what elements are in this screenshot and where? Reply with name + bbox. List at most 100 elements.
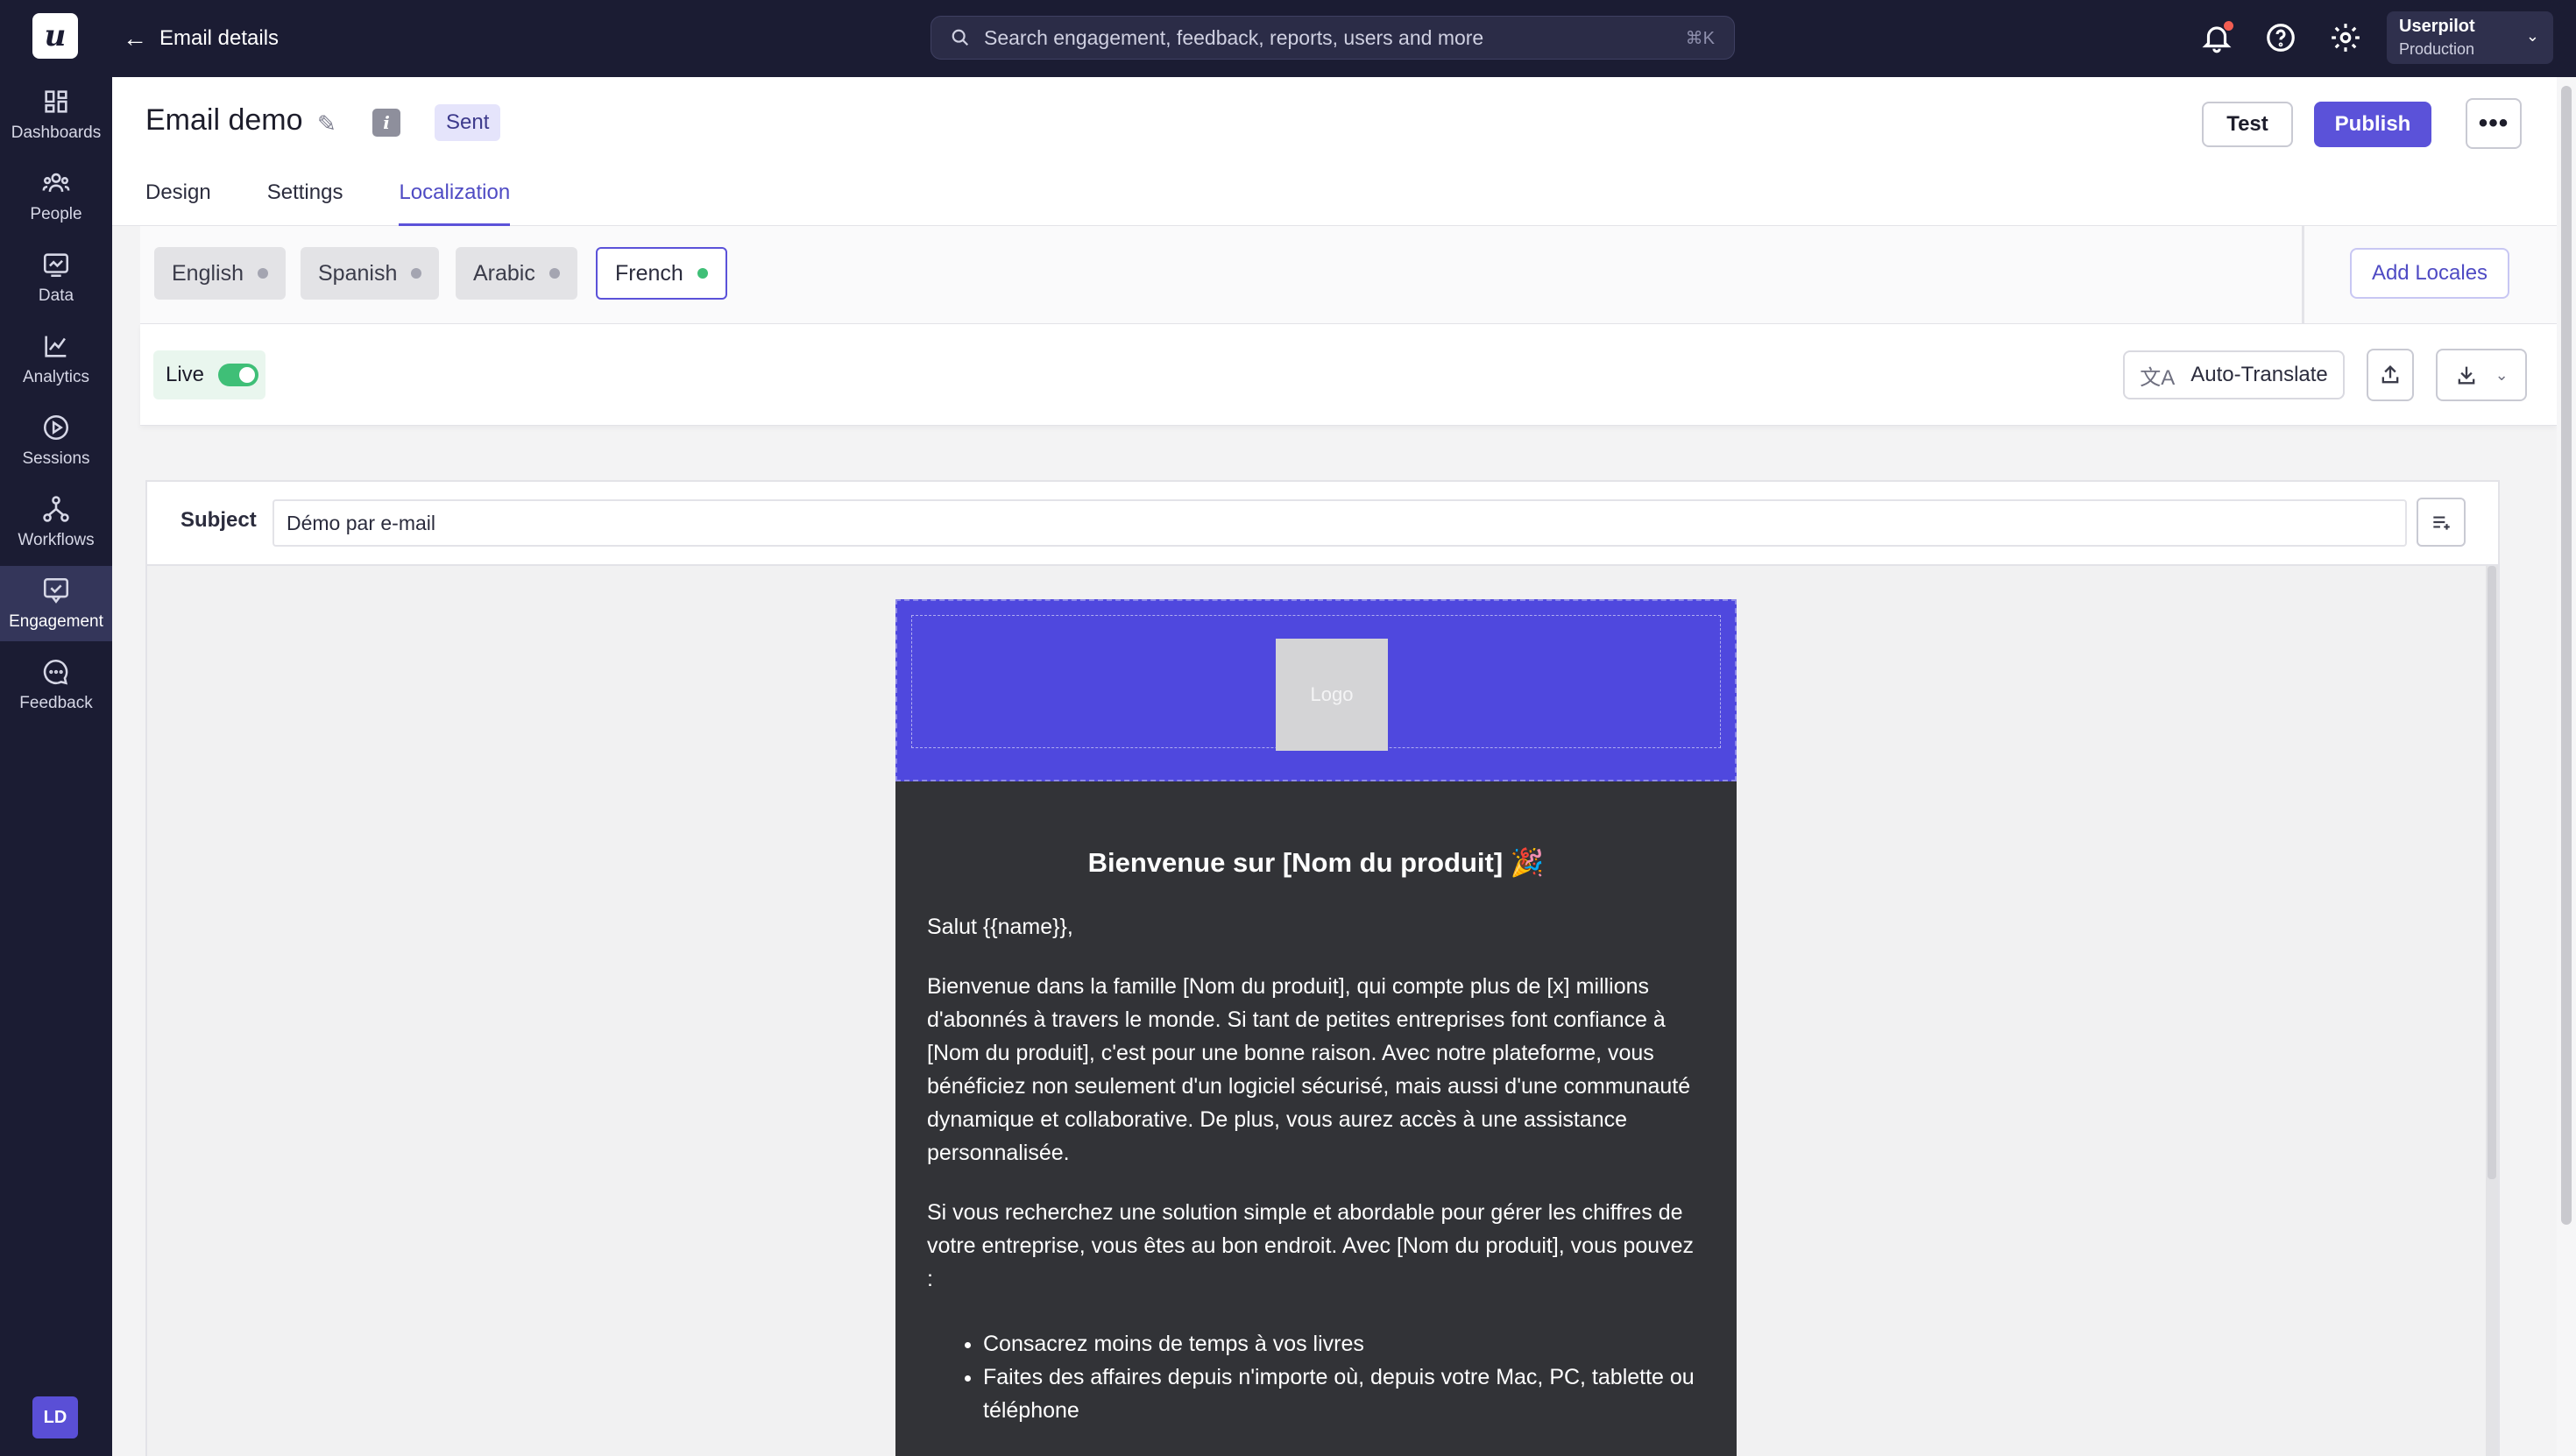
- email-greeting: Salut {{name}},: [927, 915, 1073, 939]
- locale-chip-french[interactable]: French: [596, 247, 727, 300]
- tab-bar: Design Settings Localization: [145, 175, 566, 226]
- back-label: Email details: [159, 26, 280, 50]
- more-icon: •••: [2478, 109, 2509, 138]
- email-editor: Subject Démo par e-mail Logo Bienvenue s…: [145, 480, 2500, 1456]
- email-body-block[interactable]: Bienvenue sur [Nom du produit] 🎉 Salut {…: [895, 781, 1737, 1456]
- chevron-down-icon: ⌄: [2495, 365, 2509, 384]
- avatar[interactable]: LD: [32, 1396, 78, 1438]
- locale-chip-arabic[interactable]: Arabic: [456, 247, 577, 300]
- divider: [2302, 226, 2304, 324]
- data-icon: [43, 253, 69, 278]
- live-label: Live: [166, 363, 205, 386]
- subject-input[interactable]: Démo par e-mail: [272, 499, 2407, 547]
- app-logo[interactable]: u: [32, 13, 78, 59]
- list-item: Consacrez moins de temps à vos livres: [983, 1327, 1705, 1361]
- workflows-icon: [43, 496, 69, 522]
- tab-design[interactable]: Design: [145, 175, 211, 226]
- feedback-icon: [43, 659, 68, 685]
- sidebar: u Dashboards People Data Analytics Sessi…: [0, 0, 112, 1456]
- account-name: Userpilot: [2399, 17, 2475, 36]
- locale-status-dot: [411, 268, 422, 279]
- translate-icon: 文A: [2140, 365, 2176, 390]
- insert-variable-button[interactable]: [2417, 498, 2466, 547]
- upload-button[interactable]: [2367, 349, 2414, 401]
- test-button[interactable]: Test: [2202, 102, 2293, 147]
- search-icon: [952, 29, 969, 46]
- sidebar-item-data[interactable]: Data: [0, 240, 112, 315]
- global-search-input[interactable]: Search engagement, feedback, reports, us…: [931, 16, 1735, 60]
- help-button[interactable]: [2264, 21, 2297, 54]
- live-toggle-group: Live: [153, 350, 265, 399]
- localization-toolbar: Live 文A Auto-Translate ⌄: [140, 324, 2557, 426]
- email-preview-canvas: Logo Bienvenue sur [Nom du produit] 🎉 Sa…: [147, 564, 2498, 1456]
- help-icon: [2267, 24, 2295, 52]
- sidebar-item-label: Analytics: [22, 368, 90, 386]
- publish-button[interactable]: Publish: [2314, 102, 2431, 147]
- info-icon[interactable]: i: [372, 109, 400, 137]
- locale-status-dot: [697, 268, 708, 279]
- status-badge: Sent: [435, 104, 501, 141]
- sidebar-item-analytics[interactable]: Analytics: [0, 322, 112, 397]
- settings-button[interactable]: [2329, 21, 2362, 54]
- page-header: Email demo ✎ i Sent Test Publish ••• Des…: [112, 77, 2557, 226]
- download-button[interactable]: ⌄: [2436, 349, 2527, 401]
- arrow-left-icon: ←: [123, 25, 147, 52]
- subject-label: Subject: [180, 508, 257, 532]
- sidebar-item-label: People: [30, 205, 82, 223]
- account-switcher[interactable]: Userpilot Production ⌄: [2387, 11, 2553, 64]
- notification-dot: [2224, 21, 2233, 31]
- email-title: Bienvenue sur [Nom du produit] 🎉: [1087, 847, 1545, 878]
- auto-translate-button[interactable]: 文A Auto-Translate: [2123, 350, 2345, 399]
- sidebar-item-label: Workflows: [18, 531, 95, 549]
- page-scrollbar[interactable]: [2557, 77, 2576, 1456]
- list-item: Faites des affaires depuis n'importe où,…: [983, 1361, 1705, 1427]
- locales-bar: English Spanish Arabic French Add Locale…: [140, 226, 2557, 324]
- auto-translate-label: Auto-Translate: [2190, 363, 2328, 386]
- insert-variable-icon: [2433, 516, 2450, 530]
- account-environment: Production: [2399, 40, 2475, 58]
- locale-label: French: [615, 260, 683, 286]
- search-shortcut: ⌘K: [1685, 28, 1715, 48]
- sidebar-item-workflows[interactable]: Workflows: [0, 484, 112, 560]
- email-header-inner: Logo: [911, 615, 1721, 751]
- live-toggle[interactable]: [218, 364, 259, 386]
- search-placeholder: Search engagement, feedback, reports, us…: [984, 25, 1484, 49]
- notifications-button[interactable]: [2200, 21, 2233, 54]
- locale-status-dot: [548, 268, 560, 279]
- more-options-button[interactable]: •••: [2466, 98, 2522, 149]
- sidebar-item-label: Sessions: [22, 449, 90, 468]
- back-button[interactable]: ← Email details: [123, 19, 279, 58]
- email-header-block[interactable]: Logo: [895, 599, 1737, 781]
- scrollbar-thumb[interactable]: [2488, 566, 2496, 1179]
- sessions-icon: [43, 414, 69, 441]
- sidebar-item-dashboards[interactable]: Dashboards: [0, 77, 112, 152]
- scrollbar-thumb[interactable]: [2561, 86, 2572, 1225]
- locale-chip-english[interactable]: English: [154, 247, 286, 300]
- locale-status-dot: [258, 268, 268, 279]
- sidebar-item-feedback[interactable]: Feedback: [0, 647, 112, 723]
- tab-settings[interactable]: Settings: [267, 175, 343, 226]
- locale-label: Arabic: [473, 260, 535, 286]
- top-bar: ← Email details Search engagement, feedb…: [112, 0, 2576, 77]
- sidebar-item-label: Data: [38, 286, 74, 305]
- edit-title-icon[interactable]: ✎: [317, 110, 336, 138]
- people-icon: [42, 173, 70, 193]
- engagement-icon: [43, 577, 69, 604]
- tab-localization[interactable]: Localization: [399, 175, 511, 226]
- chevron-down-icon: ⌄: [2525, 27, 2539, 45]
- email-paragraph: Bienvenue dans la famille [Nom du produi…: [927, 974, 1691, 1165]
- canvas-scrollbar[interactable]: [2486, 566, 2498, 1456]
- page-title: Email demo: [145, 103, 303, 137]
- sidebar-item-label: Feedback: [19, 694, 93, 712]
- email-bullet-list: Consacrez moins de temps à vos livres Fa…: [927, 1327, 1705, 1427]
- add-locales-button[interactable]: Add Locales: [2350, 248, 2509, 299]
- sidebar-item-sessions[interactable]: Sessions: [0, 403, 112, 478]
- sidebar-item-people[interactable]: People: [0, 159, 112, 234]
- analytics-icon: [45, 336, 67, 357]
- locale-label: English: [172, 260, 244, 286]
- gear-icon: [2332, 24, 2360, 52]
- logo-placeholder[interactable]: Logo: [1276, 639, 1388, 751]
- locale-chip-spanish[interactable]: Spanish: [301, 247, 440, 300]
- download-icon: [2458, 366, 2475, 385]
- sidebar-item-engagement[interactable]: Engagement: [0, 566, 112, 641]
